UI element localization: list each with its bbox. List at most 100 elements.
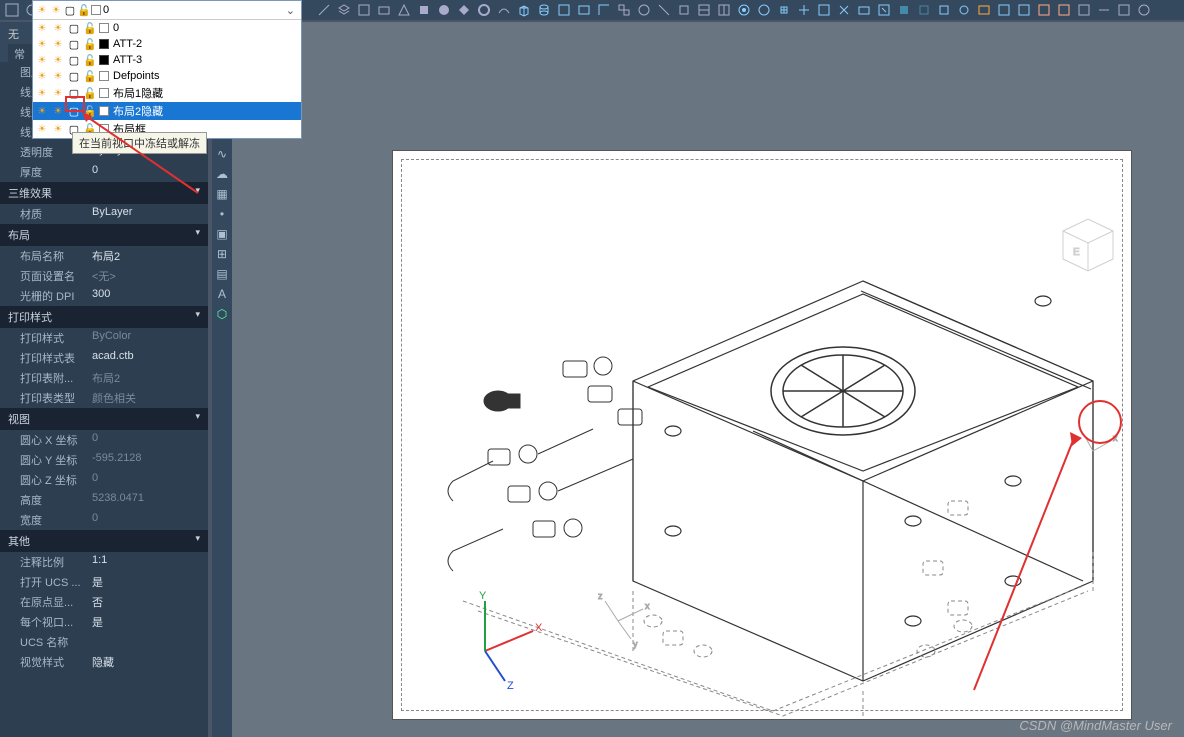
ring-icon[interactable]: [476, 2, 492, 18]
sun-icon[interactable]: ☀: [51, 53, 65, 67]
lock-icon[interactable]: 🔓: [83, 53, 97, 67]
sun-icon[interactable]: ☀: [35, 69, 49, 83]
tb-i18[interactable]: [616, 2, 632, 18]
val-pstyle[interactable]: ByColor: [90, 330, 208, 346]
section-other[interactable]: 其他: [0, 530, 208, 552]
tb-icon-5[interactable]: [356, 2, 372, 18]
val-cy[interactable]: -595.2128: [90, 452, 208, 468]
vt-revcloud-icon[interactable]: ☁: [214, 166, 230, 182]
tb-layers-icon[interactable]: [336, 2, 352, 18]
val-width[interactable]: 0: [90, 512, 208, 528]
tb-i40[interactable]: [1056, 2, 1072, 18]
tb-i23[interactable]: [716, 2, 732, 18]
color-swatch[interactable]: [99, 71, 109, 81]
lock-icon[interactable]: 🔓: [83, 86, 97, 100]
vt-text-icon[interactable]: A: [214, 286, 230, 302]
vt-region-icon[interactable]: ▤: [214, 266, 230, 282]
vpfreeze-icon[interactable]: ▢: [67, 53, 81, 67]
tb-i30[interactable]: [856, 2, 872, 18]
val-layoutname[interactable]: 布局2: [90, 248, 208, 264]
vt-dim-icon[interactable]: ⬡: [214, 306, 230, 322]
tb-i43[interactable]: [1116, 2, 1132, 18]
sun-icon[interactable]: ☀: [35, 21, 49, 35]
sun-icon[interactable]: ☀: [51, 86, 65, 100]
sun-icon[interactable]: ☀: [51, 122, 65, 136]
val-visualstyle[interactable]: 隐藏: [90, 654, 208, 670]
sun-icon[interactable]: ☀: [35, 122, 49, 136]
tb-i24[interactable]: [736, 2, 752, 18]
color-swatch[interactable]: [99, 88, 109, 98]
tb-i34[interactable]: [936, 2, 952, 18]
vt-point-icon[interactable]: •: [214, 206, 230, 222]
tb-i44[interactable]: [1136, 2, 1152, 18]
vpfreeze-icon[interactable]: ▢: [67, 21, 81, 35]
tb-i32[interactable]: [896, 2, 912, 18]
lock-icon[interactable]: 🔓: [83, 37, 97, 51]
tb-i36[interactable]: [976, 2, 992, 18]
sun-icon[interactable]: ☀: [51, 37, 65, 51]
val-dpi[interactable]: 300: [90, 288, 208, 304]
tb-i38[interactable]: [1016, 2, 1032, 18]
vt-block-icon[interactable]: ▣: [214, 226, 230, 242]
tb-i19[interactable]: [636, 2, 652, 18]
sun-icon[interactable]: ☀: [51, 69, 65, 83]
sun-icon[interactable]: ☀: [51, 104, 65, 118]
layer-row-ATT-2[interactable]: ☀☀▢🔓ATT-2: [33, 36, 301, 52]
section-layout[interactable]: 布局: [0, 224, 208, 246]
layer-row-Defpoints[interactable]: ☀☀▢🔓Defpoints: [33, 68, 301, 84]
val-material[interactable]: ByLayer: [90, 206, 208, 222]
circle-icon[interactable]: [436, 2, 452, 18]
tb-i33[interactable]: [916, 2, 932, 18]
tb-i31[interactable]: [876, 2, 892, 18]
tb-icon-3[interactable]: [316, 2, 332, 18]
diamond-icon[interactable]: [456, 2, 472, 18]
tb-i21[interactable]: [676, 2, 692, 18]
tb-i16[interactable]: [576, 2, 592, 18]
chevron-down-icon[interactable]: ⌄: [282, 4, 299, 17]
tb-icon-6[interactable]: [376, 2, 392, 18]
tb-i27[interactable]: [796, 2, 812, 18]
val-perViewport[interactable]: 是: [90, 614, 208, 630]
vt-hatch-icon[interactable]: ▦: [214, 186, 230, 202]
tb-i15[interactable]: [556, 2, 572, 18]
sun-icon[interactable]: ☀: [51, 21, 65, 35]
layer-dropdown-current[interactable]: ☀ ☀ ▢ 🔓 0 ⌄: [33, 1, 301, 20]
tb-i17[interactable]: [596, 2, 612, 18]
sun-icon[interactable]: ☀: [35, 86, 49, 100]
color-swatch[interactable]: [99, 55, 109, 65]
tb-i20[interactable]: [656, 2, 672, 18]
val-pstyletable[interactable]: acad.ctb: [90, 350, 208, 366]
val-ptype[interactable]: 颜色相关: [90, 390, 208, 406]
val-annoscale[interactable]: 1:1: [90, 554, 208, 570]
layer-row-ATT-3[interactable]: ☀☀▢🔓ATT-3: [33, 52, 301, 68]
box-icon[interactable]: [416, 2, 432, 18]
sun-icon[interactable]: ☀: [35, 104, 49, 118]
tb-i25[interactable]: [756, 2, 772, 18]
spline-icon[interactable]: [496, 2, 512, 18]
layer-row-0[interactable]: ☀☀▢🔓0: [33, 20, 301, 36]
tb-i29[interactable]: [836, 2, 852, 18]
lock-icon[interactable]: 🔓: [83, 69, 97, 83]
tb-i42[interactable]: [1096, 2, 1112, 18]
cyl-icon[interactable]: [536, 2, 552, 18]
tb-i35[interactable]: [956, 2, 972, 18]
vt-spline-icon[interactable]: ∿: [214, 146, 230, 162]
tb-i26[interactable]: [776, 2, 792, 18]
val-openucs[interactable]: 是: [90, 574, 208, 590]
val-atOrigin[interactable]: 否: [90, 594, 208, 610]
val-pagesetup[interactable]: <无>: [90, 268, 208, 284]
triangle-icon[interactable]: [396, 2, 412, 18]
sun-icon[interactable]: ☀: [35, 53, 49, 67]
section-view[interactable]: 视图: [0, 408, 208, 430]
tb-icon-1[interactable]: [4, 2, 20, 18]
val-cx[interactable]: 0: [90, 432, 208, 448]
lock-icon[interactable]: 🔓: [83, 21, 97, 35]
val-pattach[interactable]: 布局2: [90, 370, 208, 386]
val-ucsname[interactable]: [90, 634, 208, 650]
tb-i41[interactable]: [1076, 2, 1092, 18]
vpfreeze-icon[interactable]: ▢: [67, 69, 81, 83]
val-cz[interactable]: 0: [90, 472, 208, 488]
box3d-icon[interactable]: [516, 2, 532, 18]
tb-i22[interactable]: [696, 2, 712, 18]
tb-i37[interactable]: [996, 2, 1012, 18]
